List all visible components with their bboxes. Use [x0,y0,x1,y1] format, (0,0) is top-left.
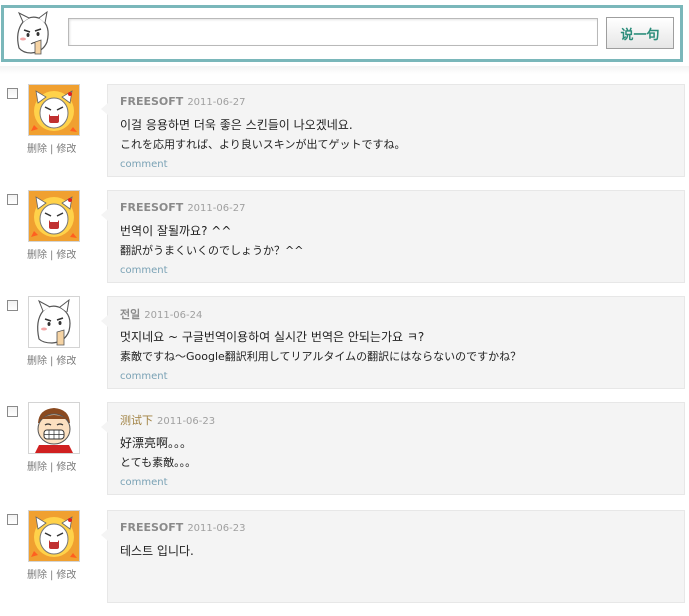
message-text: 번역이 잘될까요? ^^ [120,224,232,238]
angry-cat-avatar [28,84,80,136]
author-name: 전일 [120,308,141,321]
message-text: 이걸 응용하면 더욱 좋은 스킨들이 나오겠네요. [120,118,353,132]
message-translation: これを応用すれば、より良いスキンが出てゲットですね。 [120,138,406,151]
message-bubble: 测试下 2011-06-23 好漂亮啊。。。 とても素敵。。。 comment [101,402,685,495]
entry-actions: 删除 | 修改 [27,566,87,581]
message-entry: 删除 | 修改 전일 2011-06-24 멋지네요 ~ 구글번역이용하여 실시간 번역은… [0,296,689,402]
message-entry: 删除 | 修改 FREESOFT 2011-06-23 테스트 입니다. [0,510,689,616]
select-checkbox[interactable] [7,300,18,311]
author-name: FREESOFT [120,521,184,534]
message-meta: FREESOFT 2011-06-23 [120,520,245,534]
select-checkbox[interactable] [7,406,18,417]
message-bubble: FREESOFT 2011-06-27 번역이 잘될까요? ^^ 翻訳がうまくいくので… [101,190,685,283]
angry-cat-avatar [28,510,80,562]
delete-link[interactable]: 删除 [27,250,47,261]
author-name: FREESOFT [120,95,184,108]
delete-link[interactable]: 删除 [27,462,47,473]
message-meta: 전일 2011-06-24 [120,306,202,322]
entry-actions: 删除 | 修改 [27,246,87,261]
current-user-avatar [9,10,55,56]
edit-link[interactable]: 修改 [56,570,76,581]
entry-actions: 删除 | 修改 [27,140,87,155]
select-checkbox[interactable] [7,514,18,525]
submit-button[interactable]: 说一句 [606,17,674,49]
comment-link[interactable]: comment [120,265,168,276]
message-translation: とても素敵。。。 [120,456,197,469]
message-text: 好漂亮啊。。。 [120,436,193,450]
angry-cat-avatar [28,190,80,242]
entry-actions: 删除 | 修改 [27,458,87,473]
message-translation: 素敵ですね～Google翻訳利用してリアルタイムの翻訳にはならないのですかね？ [120,350,522,363]
comment-link[interactable]: comment [120,159,168,170]
action-separator: | [50,462,54,473]
message-meta: FREESOFT 2011-06-27 [120,94,245,108]
entry-actions: 删除 | 修改 [27,352,87,367]
author-name: 测试下 [120,414,153,427]
message-bubble: 전일 2011-06-24 멋지네요 ~ 구글번역이용하여 실시간 번역은 안되는가… [101,296,685,389]
message-translation: 翻訳がうまくいくのでしょうか？^^ [120,244,304,257]
action-separator: | [50,570,54,581]
message-bubble: FREESOFT 2011-06-27 이걸 응용하면 더욱 좋은 스킨들이 나오겠… [101,84,685,177]
delete-link[interactable]: 删除 [27,570,47,581]
post-date: 2011-06-24 [144,310,203,321]
message-entry: 删除 | 修改 FREESOFT 2011-06-27 이걸 응용하면 더욱 좋은 스킨들… [0,84,689,190]
message-bubble: FREESOFT 2011-06-23 테스트 입니다. [101,510,685,603]
edit-link[interactable]: 修改 [56,462,76,473]
comment-link[interactable]: comment [120,477,168,488]
post-date: 2011-06-27 [187,203,246,214]
author-name: FREESOFT [120,201,184,214]
comment-link[interactable]: comment [120,371,168,382]
grinning-face-avatar [28,402,80,454]
message-entry: 删除 | 修改 测试下 2011-06-23 好漂亮啊。。。 とても素敵。。。 comment [0,402,689,508]
edit-link[interactable]: 修改 [56,250,76,261]
edit-link[interactable]: 修改 [56,144,76,155]
action-separator: | [50,144,54,155]
post-date: 2011-06-23 [187,523,246,534]
message-textarea[interactable] [68,18,598,46]
post-date: 2011-06-23 [157,416,216,427]
action-separator: | [50,250,54,261]
post-date: 2011-06-27 [187,97,246,108]
delete-link[interactable]: 删除 [27,144,47,155]
delete-link[interactable]: 删除 [27,356,47,367]
post-box: 说一句 [1,5,683,62]
select-checkbox[interactable] [7,194,18,205]
message-text: 멋지네요 ~ 구글번역이용하여 실시간 번역은 안되는가요 ㅋ? [120,330,425,344]
edit-link[interactable]: 修改 [56,356,76,367]
message-text: 테스트 입니다. [120,544,194,558]
message-meta: 测试下 2011-06-23 [120,412,215,428]
action-separator: | [50,356,54,367]
message-meta: FREESOFT 2011-06-27 [120,200,245,214]
separator [0,66,689,74]
message-entry: 删除 | 修改 FREESOFT 2011-06-27 번역이 잘될까요? ^^ 翻訳がうま… [0,190,689,296]
select-checkbox[interactable] [7,88,18,99]
thinking-face-avatar [28,296,80,348]
